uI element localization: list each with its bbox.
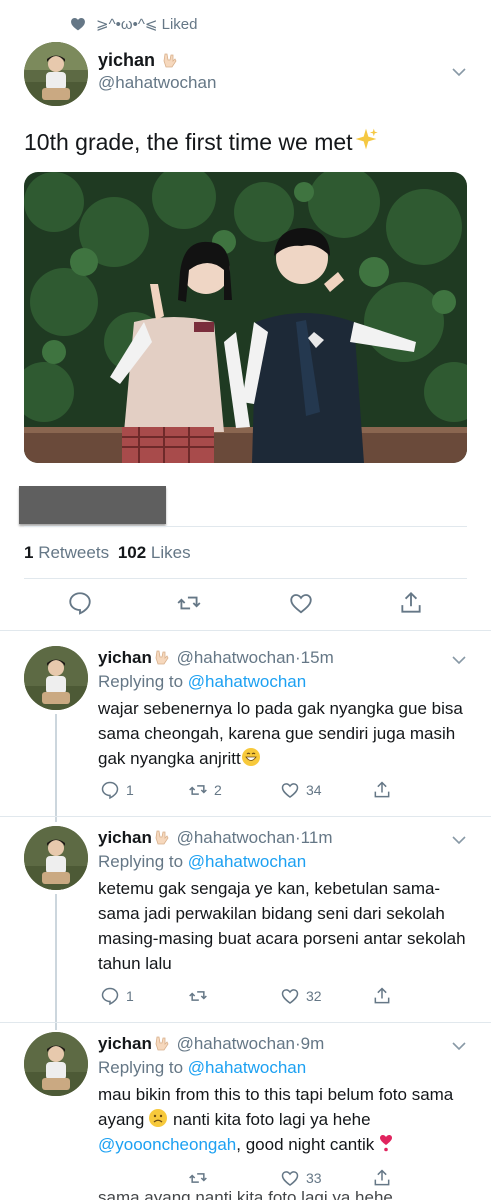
reply-header: yichan @hahatwochan·9m	[98, 1032, 325, 1053]
retweets-count: 1	[24, 543, 34, 562]
handle[interactable]: @hahatwochan	[98, 72, 216, 94]
like-icon	[281, 989, 299, 1005]
timestamp[interactable]: 11m	[301, 828, 333, 847]
reply-body: ketemu gak sengaja ye kan, kebetulan sam…	[98, 879, 466, 973]
display-name[interactable]: yichan	[98, 828, 152, 847]
reply-action[interactable]: 1	[100, 986, 134, 1006]
replying-to-link[interactable]: @hahatwochan	[188, 672, 306, 691]
share-action[interactable]	[372, 780, 392, 800]
reply-header: yichan @hahatwochan·15m	[98, 646, 334, 667]
replying-to: Replying to @hahatwochan	[98, 672, 307, 691]
avatar[interactable]	[24, 646, 88, 710]
display-name[interactable]: yichan	[98, 648, 152, 667]
tweet-text: 10th grade, the first time we met	[24, 126, 379, 157]
sign-of-horns-emoji	[152, 826, 172, 846]
tweet-photo[interactable]	[24, 172, 467, 463]
timestamp[interactable]: 15m	[301, 648, 334, 667]
sign-of-horns-emoji	[152, 1032, 172, 1052]
avatar[interactable]	[24, 42, 88, 106]
handle[interactable]: @hahatwochan	[177, 1034, 295, 1053]
reply-icon	[101, 781, 119, 800]
handle[interactable]: @hahatwochan	[177, 828, 295, 847]
divider	[24, 578, 467, 579]
like-action[interactable]: 34	[280, 780, 322, 800]
frowning-emoji	[148, 1108, 168, 1128]
reply-body: wajar sebenernya lo pada gak nyangka gue…	[98, 699, 463, 768]
likes-count: 102	[117, 543, 147, 562]
tweet-header: yichan @hahatwochan	[24, 42, 467, 106]
retweet-icon	[189, 785, 207, 795]
retweet-action[interactable]	[188, 1168, 214, 1188]
retweets-label: Retweets	[38, 543, 110, 562]
reply-icon	[101, 987, 119, 1006]
chevron-down-icon[interactable]	[451, 652, 467, 668]
divider	[0, 1022, 491, 1023]
display-name[interactable]: yichan	[98, 1034, 152, 1053]
timestamp[interactable]: 9m	[301, 1034, 325, 1053]
share-action[interactable]	[372, 1168, 392, 1188]
mention-link[interactable]: @yoooncheongah	[98, 1135, 236, 1154]
sparkles-emoji	[353, 126, 379, 152]
chevron-down-icon[interactable]	[451, 832, 467, 848]
tweet-action-bar	[0, 590, 491, 620]
share-icon	[374, 781, 390, 798]
like-action[interactable]: 32	[280, 986, 322, 1006]
heart-icon	[71, 18, 85, 31]
retweet-action[interactable]: 2	[188, 780, 222, 800]
cutoff-text: sama ayang nanti kita foto lagi ya hehe	[98, 1188, 393, 1200]
display-name[interactable]: yichan	[98, 48, 216, 72]
divider	[0, 816, 491, 817]
share-icon	[374, 1169, 390, 1186]
sign-of-horns-emoji	[160, 49, 180, 69]
like-action[interactable]: 33	[280, 1168, 322, 1188]
replying-to-link[interactable]: @hahatwochan	[188, 1058, 306, 1077]
tweet-stats[interactable]: 1 Retweets 102 Likes	[24, 542, 191, 564]
liked-banner: ⩾^•ω•^⩽ Liked	[70, 14, 197, 34]
like-icon	[281, 1171, 299, 1187]
liked-banner-text: ⩾^•ω•^⩽ Liked	[96, 16, 198, 33]
divider	[0, 630, 491, 631]
likes-label: Likes	[150, 543, 191, 562]
replying-to-link[interactable]: @hahatwochan	[188, 852, 306, 871]
avatar[interactable]	[24, 826, 88, 890]
reply-body: mau bikin from this to this tapi belum f…	[98, 1085, 454, 1154]
share-icon	[374, 987, 390, 1004]
grinning-emoji	[241, 747, 261, 767]
chevron-down-icon[interactable]	[451, 64, 467, 80]
retweet-action[interactable]	[188, 986, 214, 1006]
reply-icon[interactable]	[67, 590, 93, 616]
divider	[24, 526, 467, 527]
reply-tweet[interactable]: yichan @hahatwochan·9m Replying to @haha…	[0, 1032, 491, 1200]
sign-of-horns-emoji	[152, 646, 172, 666]
redacted-block	[19, 486, 166, 524]
share-icon[interactable]	[398, 590, 424, 616]
retweet-icon	[189, 1173, 207, 1183]
chevron-down-icon[interactable]	[451, 1038, 467, 1054]
reply-tweet[interactable]: yichan @hahatwochan·15m Replying to @hah…	[0, 646, 491, 816]
retweet-icon[interactable]	[176, 590, 202, 616]
avatar[interactable]	[24, 1032, 88, 1096]
like-icon[interactable]	[288, 590, 314, 616]
reply-action[interactable]: 1	[100, 780, 134, 800]
like-icon	[281, 783, 299, 799]
handle[interactable]: @hahatwochan	[177, 648, 295, 667]
reply-header: yichan @hahatwochan·11m	[98, 826, 333, 847]
share-action[interactable]	[372, 986, 392, 1006]
replying-to: Replying to @hahatwochan	[98, 852, 307, 871]
retweet-icon	[189, 991, 207, 1001]
replying-to: Replying to @hahatwochan	[98, 1058, 307, 1077]
reply-tweet[interactable]: yichan @hahatwochan·11m Replying to @hah…	[0, 826, 491, 1020]
exclamation-heart-emoji	[376, 1133, 396, 1153]
